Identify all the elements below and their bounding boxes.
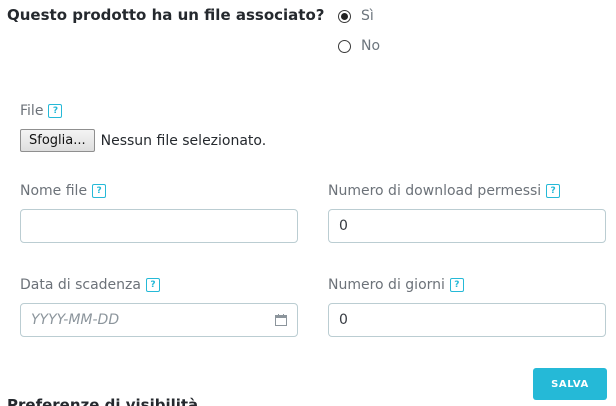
file-picker: Sfoglia... Nessun file selezionato.	[20, 129, 266, 152]
virtual-product-panel: Questo prodotto ha un file associato? Sì…	[0, 0, 616, 406]
expiry-placeholder: YYYY-MM-DD	[31, 312, 120, 328]
radio-option-yes[interactable]: Sì	[338, 8, 374, 24]
file-status-text: Nessun file selezionato.	[100, 132, 267, 149]
downloads-value: 0	[339, 218, 348, 234]
browse-button[interactable]: Sfoglia...	[20, 129, 95, 152]
associated-file-question: Questo prodotto ha un file associato?	[7, 6, 325, 24]
radio-yes-indicator[interactable]	[338, 9, 351, 23]
days-label-row: Numero di giorni ?	[328, 277, 464, 293]
radio-yes-label: Sì	[361, 8, 374, 24]
help-icon[interactable]: ?	[92, 184, 107, 198]
expiry-label-row: Data di scadenza ?	[20, 277, 160, 293]
file-name-label: Nome file	[20, 183, 88, 199]
downloads-input[interactable]: 0	[328, 209, 606, 243]
calendar-icon[interactable]	[275, 314, 287, 326]
radio-no-indicator[interactable]	[338, 39, 351, 53]
file-label-row: File ?	[20, 103, 63, 119]
days-value: 0	[339, 312, 348, 328]
save-button[interactable]: SALVA	[533, 368, 607, 400]
help-icon[interactable]: ?	[48, 104, 63, 118]
help-icon[interactable]: ?	[145, 278, 160, 292]
expiry-label: Data di scadenza	[20, 277, 141, 293]
expiry-date-input[interactable]: YYYY-MM-DD	[20, 303, 298, 337]
downloads-label: Numero di download permessi	[328, 183, 542, 199]
file-label: File	[20, 103, 44, 119]
visibility-preferences-heading: Preferenze di visibilità	[7, 396, 199, 406]
days-label: Numero di giorni	[328, 277, 445, 293]
file-name-label-row: Nome file ?	[20, 183, 107, 199]
days-input[interactable]: 0	[328, 303, 606, 337]
downloads-label-row: Numero di download permessi ?	[328, 183, 561, 199]
help-icon[interactable]: ?	[449, 278, 464, 292]
help-icon[interactable]: ?	[546, 184, 561, 198]
radio-no-label: No	[361, 38, 381, 54]
file-name-input[interactable]	[20, 209, 298, 243]
radio-option-no[interactable]: No	[338, 38, 380, 54]
